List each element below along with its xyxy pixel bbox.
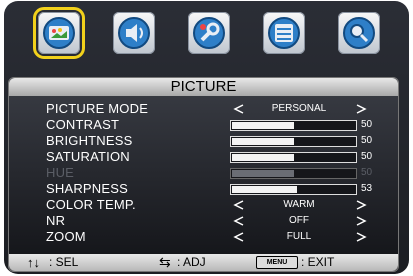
saturation-slider[interactable]	[230, 152, 357, 163]
sharpness-row[interactable]: SHARPNESS 53	[9, 181, 398, 197]
sharpness-slider[interactable]	[230, 184, 357, 195]
color-temp-row[interactable]: COLOR TEMP. WARM	[9, 197, 398, 213]
picture-mode-row[interactable]: PICTURE MODE PERSONAL	[9, 101, 398, 117]
setup-icon	[193, 17, 225, 49]
picture-mode-value: PERSONAL	[271, 103, 327, 114]
menu-icon-bar	[4, 1, 409, 75]
saturation-value: 50	[361, 151, 373, 162]
nr-row[interactable]: NR OFF	[9, 213, 398, 229]
contrast-row[interactable]: CONTRAST 50	[9, 117, 398, 133]
saturation-label: SATURATION	[46, 149, 130, 164]
contrast-slider[interactable]	[230, 120, 357, 131]
arrow-left-icon[interactable]	[233, 199, 245, 211]
slider-fill	[232, 122, 294, 129]
sel-hint: : SEL	[49, 255, 79, 269]
saturation-row[interactable]: SATURATION 50	[9, 149, 398, 165]
title-strip: PICTURE	[9, 78, 398, 96]
menu-key-badge: MENU	[256, 256, 298, 269]
slider-fill	[232, 170, 294, 177]
zoom-row[interactable]: ZOOM FULL	[9, 229, 398, 245]
menu-title: PICTURE	[170, 78, 237, 95]
zoom-label: ZOOM	[46, 229, 86, 244]
exit-hint: : EXIT	[301, 255, 335, 269]
arrow-left-icon[interactable]	[233, 215, 245, 227]
hue-row: HUE 50	[9, 165, 398, 181]
color-temp-label: COLOR TEMP.	[46, 197, 136, 212]
picture-settings-panel: PICTURE PICTURE MODE PERSONAL CONTRAST 5…	[8, 77, 399, 272]
search-icon	[343, 17, 375, 49]
picture-icon	[43, 17, 75, 49]
arrow-right-icon[interactable]	[355, 215, 367, 227]
sharpness-label: SHARPNESS	[46, 181, 128, 196]
nr-value: OFF	[289, 215, 309, 226]
zoom-value: FULL	[286, 231, 312, 242]
left-right-arrows-icon: ⇆	[159, 254, 171, 270]
contrast-value: 50	[361, 119, 373, 130]
setup-menu-tab[interactable]	[188, 12, 230, 54]
sound-menu-tab[interactable]	[113, 12, 155, 54]
key-hint-footer: ↑↓ : SEL ⇆ : ADJ MENU : EXIT	[9, 254, 398, 271]
sound-icon	[118, 17, 150, 49]
arrow-left-icon[interactable]	[233, 103, 245, 115]
color-temp-value: WARM	[283, 199, 315, 210]
time-menu-tab[interactable]	[263, 12, 305, 54]
brightness-value: 50	[361, 135, 373, 146]
picture-menu-tab[interactable]	[33, 7, 85, 59]
nr-label: NR	[46, 213, 66, 228]
brightness-slider[interactable]	[230, 136, 357, 147]
search-menu-tab[interactable]	[338, 12, 380, 54]
brightness-label: BRIGHTNESS	[46, 133, 133, 148]
slider-fill	[232, 186, 297, 193]
hue-slider	[230, 168, 357, 179]
hue-value: 50	[361, 167, 373, 178]
slider-fill	[232, 154, 294, 161]
arrow-left-icon[interactable]	[233, 231, 245, 243]
slider-fill	[232, 138, 294, 145]
picture-mode-label: PICTURE MODE	[46, 101, 149, 116]
arrow-right-icon[interactable]	[355, 199, 367, 211]
time-icon	[268, 17, 300, 49]
arrow-right-icon[interactable]	[355, 231, 367, 243]
hue-label: HUE	[46, 165, 75, 180]
up-down-arrows-icon: ↑↓	[27, 255, 40, 270]
brightness-row[interactable]: BRIGHTNESS 50	[9, 133, 398, 149]
contrast-label: CONTRAST	[46, 117, 120, 132]
adj-hint: : ADJ	[177, 255, 206, 269]
arrow-right-icon[interactable]	[355, 103, 367, 115]
sharpness-value: 53	[361, 183, 373, 194]
osd-menu: PICTURE PICTURE MODE PERSONAL CONTRAST 5…	[4, 1, 409, 274]
